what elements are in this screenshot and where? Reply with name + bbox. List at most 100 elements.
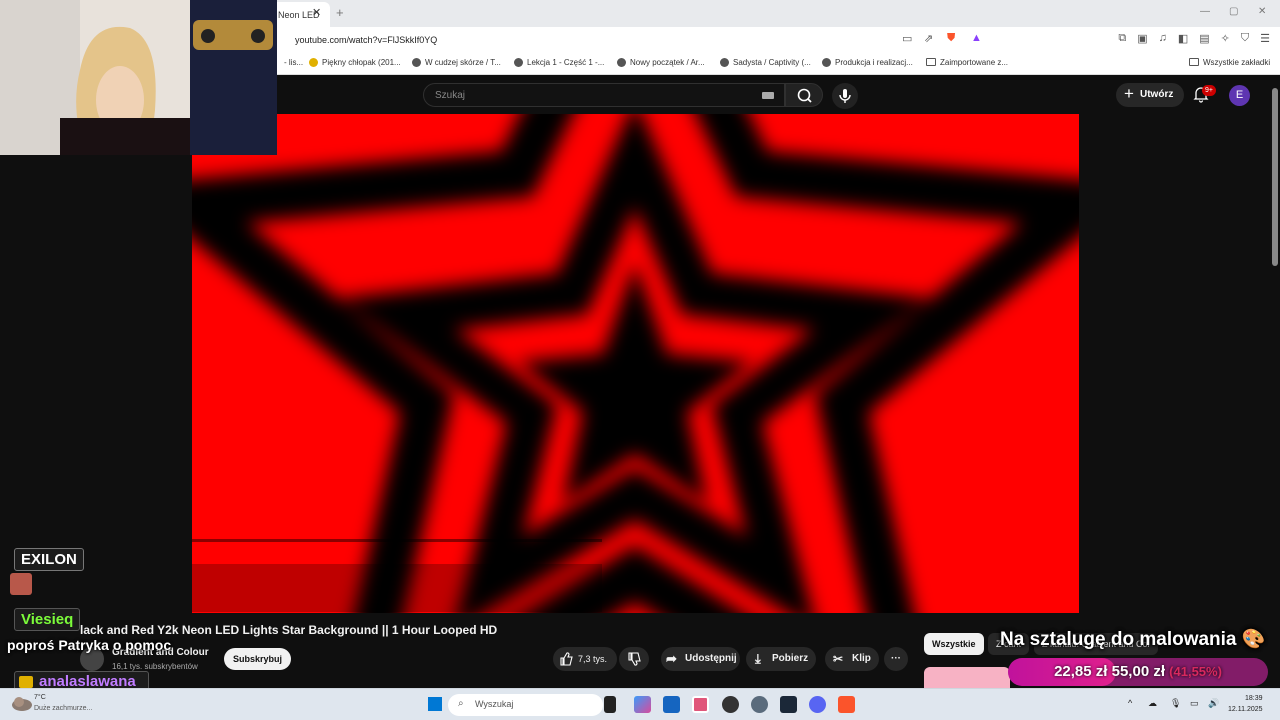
scissors-icon: ✂ (833, 652, 844, 666)
copilot-icon[interactable] (634, 696, 651, 713)
bookmark-favicon-icon (617, 58, 626, 67)
close-window-icon[interactable]: ✕ (1258, 6, 1266, 17)
crown-badge-icon (19, 676, 33, 688)
media-icon[interactable]: ♫ (1159, 32, 1167, 45)
search-button[interactable] (785, 83, 823, 107)
folder-icon (926, 58, 936, 66)
plus-icon: + (1124, 84, 1134, 103)
task-view-icon[interactable] (604, 696, 616, 713)
volume-icon[interactable]: 🔊 (1208, 698, 1219, 709)
subscribe-button[interactable]: Subskrybuj (224, 648, 291, 670)
bookmark-item[interactable]: - lis... (284, 58, 303, 67)
app2-icon[interactable] (722, 696, 739, 713)
bookmark-favicon-icon (412, 58, 421, 67)
microphone-icon (839, 89, 851, 103)
goal-percent: (41,55%) (1169, 664, 1222, 679)
maximize-icon[interactable]: ▢ (1229, 6, 1238, 17)
voice-search-button[interactable] (832, 83, 858, 109)
network-icon[interactable]: ▭ (1190, 698, 1199, 709)
leo-ai-icon[interactable]: ✧ (1221, 32, 1230, 45)
tray-overflow-icon[interactable]: ^ (1128, 698, 1132, 708)
onedrive-icon[interactable]: ☁ (1148, 698, 1157, 709)
video-player[interactable] (192, 114, 1079, 613)
weather-temperature: 7°C (34, 694, 46, 701)
app-icon[interactable] (692, 696, 709, 713)
chip-all[interactable]: Wszystkie (924, 633, 984, 655)
weather-description: Duże zachmurze... (34, 705, 93, 712)
brave-browser-icon[interactable] (838, 696, 855, 713)
clip-button[interactable]: ✂ Klip (825, 647, 879, 671)
microphone-tray-icon[interactable]: 🎙 (1170, 698, 1181, 709)
like-count: 7,3 tys. (578, 654, 608, 664)
menu-icon[interactable]: ☰ (1260, 32, 1270, 45)
settings-icon[interactable] (751, 696, 768, 713)
search-icon (797, 88, 812, 103)
extensions-icon[interactable]: ⧉ (1118, 32, 1126, 45)
create-button[interactable]: + Utwórz (1116, 83, 1184, 107)
bookmark-item[interactable]: Nowy początek / Ar... (617, 58, 705, 67)
thumbs-down-icon (628, 652, 641, 666)
new-tab-button[interactable]: + (336, 5, 344, 20)
dislike-button[interactable] (619, 647, 649, 671)
share-icon: ➦ (666, 651, 677, 666)
thumbs-up-icon (560, 652, 573, 666)
search-icon: ⌕ (458, 698, 464, 709)
bookmark-favicon-icon (309, 58, 318, 67)
like-button[interactable]: 7,3 tys. (553, 647, 617, 671)
more-actions-button[interactable]: ··· (884, 647, 908, 671)
webcam-feed (0, 0, 277, 155)
toolbar-icons: ⧉ ▣ ♫ ◧ ▤ ✧ ⛉ ☰ (1118, 32, 1270, 45)
clock-date: 12.11.2025 (1228, 706, 1263, 713)
taskbar-search[interactable]: ⌕ Wyszukaj (448, 694, 603, 716)
sidebar-icon[interactable]: ◧ (1178, 32, 1188, 45)
bookmark-item[interactable]: Lekcja 1 - Część 1 -... (514, 58, 604, 67)
page-scrollbar[interactable] (1272, 88, 1278, 266)
bookmark-folder[interactable]: Zaimportowane z... (926, 58, 1008, 67)
goal-current: 22,85 zł (1054, 663, 1108, 680)
taskbar-clock[interactable]: 18:39 12.11.2025 (1228, 693, 1263, 715)
screen: Neon LED ✕ + — ▢ ✕ youtube.com/watch?v=F… (0, 0, 1280, 720)
discord-icon[interactable] (809, 696, 826, 713)
bookmark-item[interactable]: W cudzej skórze / T... (412, 58, 501, 67)
video-title: lack and Red Y2k Neon LED Lights Star Ba… (80, 623, 498, 637)
minimize-icon[interactable]: — (1200, 6, 1210, 17)
notification-badge: 9+ (1202, 85, 1216, 96)
webcam-overlay (0, 0, 277, 155)
share-page-icon[interactable]: ⇗ (924, 32, 933, 45)
brave-shields-icon[interactable]: ⛊ (947, 32, 955, 45)
chat-message: poproś Patryka o pomoc (7, 637, 172, 653)
video-progress-bar[interactable] (192, 539, 602, 542)
recommended-thumbnail[interactable] (924, 667, 1010, 688)
folder-icon (1189, 58, 1199, 66)
steam-icon[interactable] (780, 696, 797, 713)
wallet-icon[interactable]: ▣ (1137, 32, 1147, 45)
windows-taskbar: ⌕ Wyszukaj ^ ☁ 🎙 ▭ 🔊 18:39 12.11.2025 (0, 688, 1280, 720)
chat-user-emote-icon (10, 573, 32, 595)
bookmark-item[interactable]: Piękny chłopak (201... (309, 58, 401, 67)
weather-icon[interactable] (10, 692, 34, 714)
download-icon: ⤓ (755, 651, 761, 666)
donation-goal-text: 22,85 zł 55,00 zł (41,55%) (1008, 658, 1268, 686)
bookmark-item[interactable]: Produkcja i realizacj... (822, 58, 913, 67)
bookmark-item[interactable]: Sadysta / Captivity (... (720, 58, 811, 67)
keyboard-icon[interactable] (762, 92, 774, 99)
brave-rewards-icon[interactable]: ▲ (971, 32, 982, 44)
bookmark-favicon-icon (822, 58, 831, 67)
vpn-icon[interactable]: ⛉ (1241, 32, 1249, 45)
cast-icon[interactable]: ▭ (902, 32, 912, 45)
address-bar[interactable]: youtube.com/watch?v=FlJSkkIf0YQ (295, 35, 437, 45)
clock-time: 18:39 (1244, 695, 1263, 702)
share-button[interactable]: ➦ Udostępnij (661, 647, 740, 671)
all-bookmarks[interactable]: Wszystkie zakładki (1189, 58, 1270, 67)
goal-target: 55,00 zł (1111, 663, 1165, 680)
chat-username-tag: EXILON (14, 548, 84, 571)
search-box[interactable]: Szukaj (423, 83, 785, 107)
account-avatar[interactable]: E (1229, 85, 1250, 106)
start-button-icon[interactable] (428, 697, 442, 711)
wallet-2-icon[interactable]: ▤ (1199, 32, 1209, 45)
search-input[interactable]: Szukaj (435, 90, 465, 101)
download-button[interactable]: ⤓ Pobierz (746, 647, 816, 671)
channel-subscribers: 16,1 tys. subskrybentów (112, 662, 198, 671)
store-icon[interactable] (663, 696, 680, 713)
tab-close-icon[interactable]: ✕ (312, 6, 321, 19)
